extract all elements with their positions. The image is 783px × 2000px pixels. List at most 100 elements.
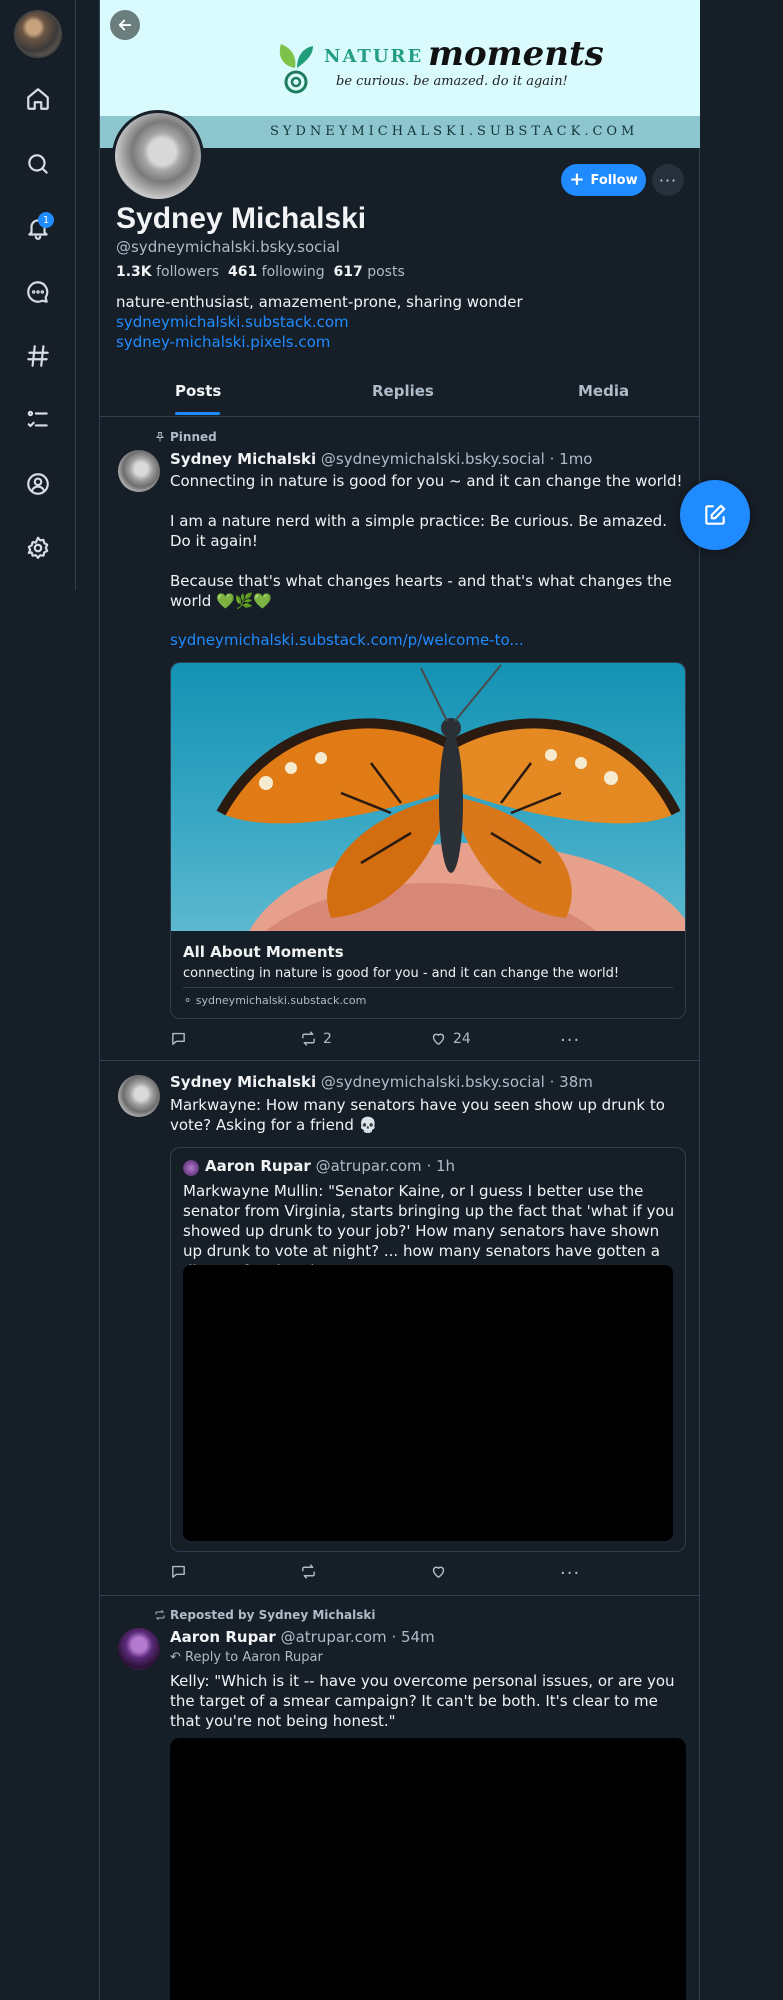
list-icon[interactable] — [22, 404, 54, 436]
follow-button[interactable]: + Follow — [561, 164, 646, 196]
bio-link-pixels[interactable]: sydney-michalski.pixels.com — [116, 332, 523, 352]
quote-header: Aaron Rupar @atrupar.com · 1h — [205, 1157, 455, 1175]
quote-author-handle: @atrupar.com — [315, 1157, 422, 1175]
post-actions: ··· — [170, 1563, 590, 1584]
active-tab-indicator — [175, 412, 220, 415]
settings-icon[interactable] — [22, 532, 54, 564]
quote-time: · 1h — [426, 1157, 456, 1175]
like-button[interactable] — [430, 1563, 447, 1580]
tab-media[interactable]: Media — [578, 382, 629, 400]
banner-site: SYDNEYMICHALSKI.SUBSTACK.COM — [270, 124, 639, 139]
card-description: connecting in nature is good for you - a… — [183, 966, 620, 981]
video-player[interactable] — [183, 1265, 673, 1541]
post-time[interactable]: · 38m — [550, 1073, 593, 1091]
hashtag-icon[interactable] — [22, 340, 54, 372]
post-author-name[interactable]: Aaron Rupar — [170, 1628, 276, 1646]
compose-button[interactable] — [680, 480, 750, 550]
post-time[interactable]: · 54m — [391, 1628, 434, 1646]
like-button[interactable]: 24 — [430, 1030, 471, 1047]
post-author-handle[interactable]: @sydneymichalski.bsky.social — [321, 1073, 545, 1091]
tab-posts[interactable]: Posts — [175, 382, 221, 400]
reply-arrow-icon: ↶ — [170, 1650, 181, 1665]
reply-button[interactable] — [170, 1030, 187, 1047]
post-author-name[interactable]: Sydney Michalski — [170, 1073, 316, 1091]
reply-button[interactable] — [170, 1563, 187, 1580]
profile-bio: nature-enthusiast, amazement-prone, shar… — [116, 292, 523, 352]
quote-author-name: Aaron Rupar — [205, 1157, 311, 1175]
followers-stat[interactable]: 1.3K followers — [116, 264, 219, 280]
post-author-handle[interactable]: @atrupar.com — [281, 1628, 387, 1646]
following-stat[interactable]: 461 following — [228, 264, 325, 280]
plus-icon: + — [569, 169, 585, 190]
post-text: Connecting in nature is good for you ~ a… — [170, 472, 683, 610]
feed-post[interactable]: Pinned Sydney Michalski @sydneymichalski… — [100, 418, 700, 1061]
bio-text: nature-enthusiast, amazement-prone, shar… — [116, 293, 523, 311]
butterfly-image — [171, 663, 685, 931]
notification-badge: 1 — [38, 212, 54, 228]
chat-icon[interactable] — [22, 276, 54, 308]
card-separator — [183, 987, 673, 988]
rail-divider — [75, 0, 76, 590]
home-icon[interactable] — [22, 83, 54, 115]
post-more-button[interactable]: ··· — [560, 1563, 580, 1584]
reply-icon — [172, 1565, 185, 1578]
repost-count: 2 — [323, 1030, 332, 1047]
post-author-name[interactable]: Sydney Michalski — [170, 450, 316, 468]
quoted-post[interactable]: Aaron Rupar @atrupar.com · 1h Markwayne … — [170, 1147, 686, 1552]
post-header: Sydney Michalski @sydneymichalski.bsky.s… — [170, 450, 592, 468]
post-author-handle[interactable]: @sydneymichalski.bsky.social — [321, 450, 545, 468]
repost-button[interactable] — [300, 1563, 317, 1580]
post-author-avatar[interactable] — [118, 1628, 160, 1670]
post-text: Markwayne: How many senators have you se… — [170, 1096, 670, 1134]
feed-post[interactable]: Sydney Michalski @sydneymichalski.bsky.s… — [100, 1061, 700, 1596]
post-text: Kelly: "Which is it -- have you overcome… — [170, 1672, 680, 1730]
more-options-button[interactable]: ··· — [652, 164, 684, 196]
logo-nature-text: NATURE — [324, 46, 424, 67]
profile-avatar[interactable] — [112, 110, 204, 202]
repost-indicator: Reposted by Sydney Michalski — [154, 1608, 375, 1622]
bio-link-substack[interactable]: sydneymichalski.substack.com — [116, 312, 523, 332]
feed-post[interactable]: Reposted by Sydney Michalski Aaron Rupar… — [100, 1596, 700, 2000]
profile-stats: 1.3K followers 461 following 617 posts — [116, 264, 405, 280]
link-card[interactable]: All About Moments connecting in nature i… — [170, 662, 686, 1019]
post-author-avatar[interactable] — [118, 1075, 160, 1117]
user-avatar[interactable] — [14, 10, 62, 58]
card-title: All About Moments — [183, 943, 344, 961]
post-more-button[interactable]: ··· — [560, 1030, 580, 1051]
search-icon[interactable] — [22, 148, 54, 180]
video-player[interactable] — [170, 1738, 686, 2000]
logo-tagline: be curious. be amazed. do it again! — [336, 74, 568, 89]
compose-icon — [705, 504, 726, 525]
card-domain: ⚬ sydneymichalski.substack.com — [183, 994, 367, 1007]
like-count: 24 — [453, 1030, 471, 1047]
left-nav-rail: 1 — [0, 0, 76, 2000]
post-link[interactable]: sydneymichalski.substack.com/p/welcome-t… — [170, 631, 524, 649]
follow-label: Follow — [590, 172, 638, 188]
profile-handle: @sydneymichalski.bsky.social — [116, 238, 340, 256]
post-author-avatar[interactable] — [118, 450, 160, 492]
heart-icon — [432, 1566, 445, 1578]
post-header: Aaron Rupar @atrupar.com · 54m — [170, 1628, 435, 1646]
display-name: Sydney Michalski — [116, 202, 367, 235]
reply-icon — [172, 1032, 185, 1045]
globe-icon: ⚬ — [183, 994, 193, 1007]
profile-tabs: Posts Replies Media — [100, 374, 700, 417]
repost-icon — [302, 1564, 315, 1579]
post-time[interactable]: · 1mo — [550, 450, 593, 468]
heart-icon — [432, 1033, 445, 1045]
leaf-logo-icon — [279, 44, 313, 94]
reply-to-indicator[interactable]: ↶ Reply to Aaron Rupar — [170, 1650, 323, 1665]
profile-feed: NATURE moments be curious. be amazed. do… — [99, 0, 700, 2000]
pinned-indicator: Pinned — [154, 430, 217, 444]
arrow-left-icon — [118, 19, 132, 31]
quote-author-avatar — [183, 1160, 199, 1176]
logo-moments-text: moments — [428, 34, 604, 74]
butterfly-illustration — [216, 664, 685, 931]
profile-icon[interactable] — [22, 468, 54, 500]
repost-icon — [155, 1610, 165, 1620]
repost-icon — [302, 1031, 315, 1046]
back-button[interactable] — [110, 10, 140, 40]
tab-replies[interactable]: Replies — [372, 382, 434, 400]
repost-button[interactable]: 2 — [300, 1030, 332, 1047]
posts-stat: 617 posts — [333, 264, 405, 280]
